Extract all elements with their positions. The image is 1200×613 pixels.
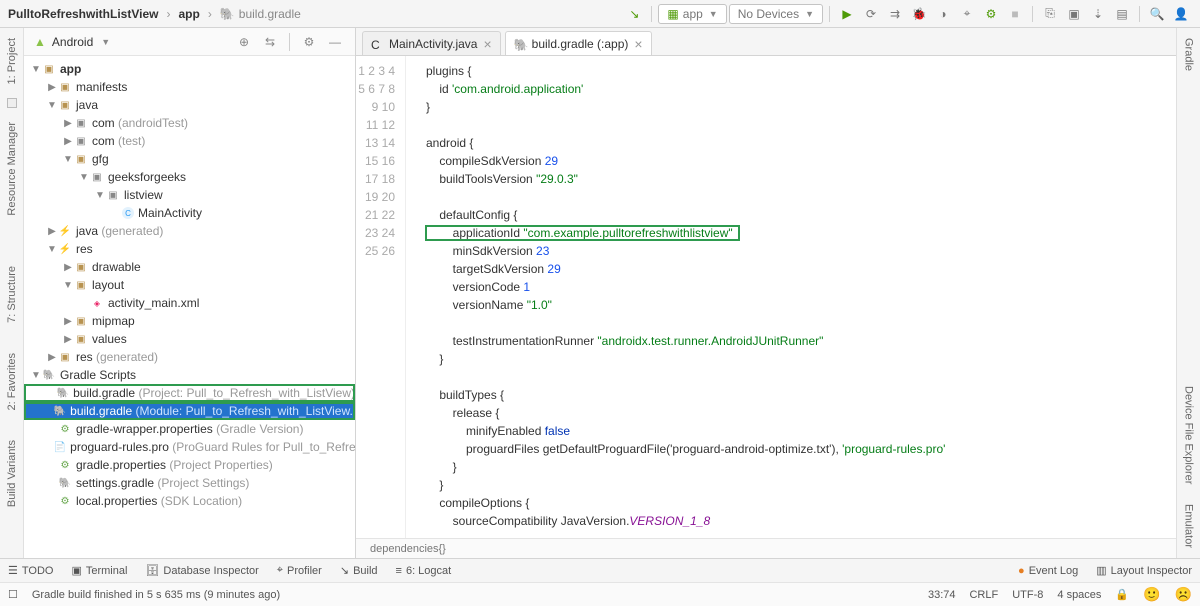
project-tree[interactable]: ▼▣app ▶▣manifests ▼▣java ▶▣com (androidT…	[24, 56, 355, 558]
tool-db-inspector[interactable]: 🗄 Database Inspector	[145, 564, 258, 577]
editor-tab-mainactivity[interactable]: CMainActivity.java×	[362, 31, 501, 55]
apply-code-icon[interactable]: ⇉	[884, 3, 906, 25]
stop-icon[interactable]: ■	[1004, 3, 1026, 25]
search-icon[interactable]: 🔍	[1146, 3, 1168, 25]
tool-project[interactable]: 1: Project	[2, 28, 22, 94]
locate-icon[interactable]: ⊕	[234, 32, 254, 52]
sync-gradle-icon[interactable]: ↘	[623, 3, 645, 25]
tool-resource-manager[interactable]: Resource Manager	[2, 112, 22, 226]
tool-favorites[interactable]: 2: Favorites	[2, 343, 22, 420]
editor-breadcrumbs[interactable]: dependencies{}	[356, 538, 1176, 558]
settings-icon[interactable]: ⚙	[299, 32, 319, 52]
tool-gradle[interactable]: Gradle	[1179, 28, 1199, 81]
user-icon[interactable]: 👤	[1170, 3, 1192, 25]
line-separator[interactable]: CRLF	[969, 589, 998, 601]
editor-tab-buildgradle[interactable]: 🐘build.gradle (:app)×	[505, 31, 652, 55]
breadcrumb-project[interactable]: PulltoRefreshwithListView	[8, 7, 158, 21]
status-message: Gradle build finished in 5 s 635 ms (9 m…	[32, 589, 280, 601]
project-view-mode[interactable]: Android	[52, 35, 93, 49]
editor-tabs: CMainActivity.java× 🐘build.gradle (:app)…	[356, 28, 1176, 56]
line-gutter: 1 2 3 4 5 6 7 8 9 10 11 12 13 14 15 16 1…	[356, 56, 406, 538]
indent-setting[interactable]: 4 spaces	[1057, 589, 1101, 601]
feedback-smile-icon[interactable]: 🙂	[1143, 586, 1160, 603]
right-tool-stripe: Gradle Device File Explorer Emulator	[1176, 28, 1200, 558]
avd-manager-icon[interactable]: ▣	[1063, 3, 1085, 25]
tool-profiler[interactable]: ⌖ Profiler	[277, 564, 322, 577]
project-tool-window: ▲Android▼ ⊕ ⇆ ⚙ — ▼▣app ▶▣manifests ▼▣ja…	[24, 28, 356, 558]
run-config-selector[interactable]: ▦app▼	[658, 4, 726, 24]
git-icon[interactable]: ⎘	[1039, 3, 1061, 25]
breadcrumb: PulltoRefreshwithListView › app › 🐘 buil…	[8, 7, 301, 21]
debug-icon[interactable]: 🐞	[908, 3, 930, 25]
project-panel-header: ▲Android▼ ⊕ ⇆ ⚙ —	[24, 28, 355, 56]
close-icon[interactable]: ×	[634, 36, 642, 52]
editor-area: CMainActivity.java× 🐘build.gradle (:app)…	[356, 28, 1176, 558]
tool-device-file-explorer[interactable]: Device File Explorer	[1179, 376, 1199, 494]
tool-emulator[interactable]: Emulator	[1179, 494, 1199, 558]
file-encoding[interactable]: UTF-8	[1012, 589, 1043, 601]
tool-build-variants[interactable]: Build Variants	[2, 430, 22, 517]
profile-icon[interactable]: ⌖	[956, 3, 978, 25]
top-toolbar: PulltoRefreshwithListView › app › 🐘 buil…	[0, 0, 1200, 28]
resource-manager-icon[interactable]: ▤	[1111, 3, 1133, 25]
hide-icon[interactable]: —	[325, 32, 345, 52]
bottom-tool-stripe: ☰ TODO ▣ Terminal 🗄 Database Inspector ⌖…	[0, 558, 1200, 582]
tool-structure[interactable]: 7: Structure	[2, 256, 22, 333]
device-selector[interactable]: No Devices▼	[729, 4, 823, 24]
tree-selected-row[interactable]: ▶🐘build.gradle (Module: Pull_to_Refresh_…	[24, 402, 355, 420]
attach-debugger-icon[interactable]: ⚙	[980, 3, 1002, 25]
coverage-icon[interactable]: ◑	[932, 3, 954, 25]
status-bar: ☐ Gradle build finished in 5 s 635 ms (9…	[0, 582, 1200, 606]
code-content[interactable]: plugins { id 'com.android.application' }…	[406, 56, 1176, 538]
left-tool-stripe: 1: Project Resource Manager 7: Structure…	[0, 28, 24, 558]
inspection-icon[interactable]: 🔒	[1115, 588, 1129, 601]
tool-build[interactable]: ↘ Build	[340, 564, 378, 577]
android-icon: ▲	[34, 35, 46, 49]
sdk-manager-icon[interactable]: ⇣	[1087, 3, 1109, 25]
run-icon[interactable]: ▶	[836, 3, 858, 25]
tool-indicator[interactable]	[7, 98, 17, 108]
breadcrumb-module[interactable]: app	[178, 7, 199, 21]
caret-position[interactable]: 33:74	[928, 589, 956, 601]
tool-todo[interactable]: ☰ TODO	[8, 564, 53, 577]
breadcrumb-file[interactable]: build.gradle	[239, 7, 301, 21]
tool-event-log[interactable]: ● Event Log	[1018, 565, 1078, 577]
tool-terminal[interactable]: ▣ Terminal	[71, 564, 127, 577]
collapse-icon[interactable]: ⇆	[260, 32, 280, 52]
code-editor[interactable]: 1 2 3 4 5 6 7 8 9 10 11 12 13 14 15 16 1…	[356, 56, 1176, 538]
tool-layout-inspector[interactable]: ▥ Layout Inspector	[1096, 564, 1192, 577]
status-message-icon: ☐	[8, 588, 18, 601]
apply-changes-icon[interactable]: ⟳	[860, 3, 882, 25]
close-icon[interactable]: ×	[483, 36, 491, 52]
tool-logcat[interactable]: ≡ 6: Logcat	[396, 565, 452, 577]
feedback-frown-icon[interactable]: ☹️	[1175, 586, 1192, 603]
